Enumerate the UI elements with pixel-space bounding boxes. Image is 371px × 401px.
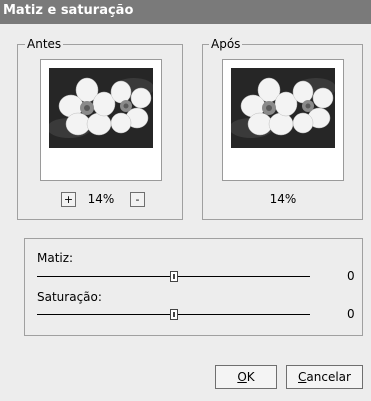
cancel-label-rest: ancelar	[306, 370, 351, 384]
hue-slider-thumb[interactable]	[170, 271, 178, 282]
before-flower-image	[49, 68, 153, 148]
ok-mnemonic: O	[237, 370, 247, 384]
before-zoom-label: 14%	[87, 192, 115, 206]
saturation-value: 0	[347, 307, 355, 321]
saturation-slider-thumb[interactable]	[170, 309, 178, 320]
after-zoom-label: 14%	[269, 192, 297, 206]
after-legend: Após	[209, 37, 243, 51]
window-title: Matiz e saturação	[3, 3, 134, 18]
zoom-in-button[interactable]: +	[61, 192, 76, 207]
saturation-label: Saturação:	[37, 290, 102, 304]
ok-label-rest: K	[246, 370, 255, 384]
hue-value: 0	[347, 269, 355, 283]
before-group: Antes + 14% -	[17, 37, 183, 220]
cancel-button[interactable]: Cancelar	[286, 365, 363, 389]
after-flower-image	[231, 68, 335, 148]
after-preview	[222, 59, 344, 181]
before-legend: Antes	[25, 37, 64, 51]
adjustments-group: Matiz: 0 Saturação: 0	[24, 238, 363, 336]
before-preview	[40, 59, 162, 181]
zoom-out-button[interactable]: -	[130, 192, 145, 207]
ok-button[interactable]: OK	[215, 365, 277, 389]
hue-label: Matiz:	[37, 251, 74, 265]
title-bar[interactable]: Matiz e saturação	[0, 0, 371, 24]
after-group: Após 14%	[202, 37, 363, 220]
hue-saturation-dialog: Matiz e saturação Antes + 14% - Após 14%…	[0, 0, 371, 401]
